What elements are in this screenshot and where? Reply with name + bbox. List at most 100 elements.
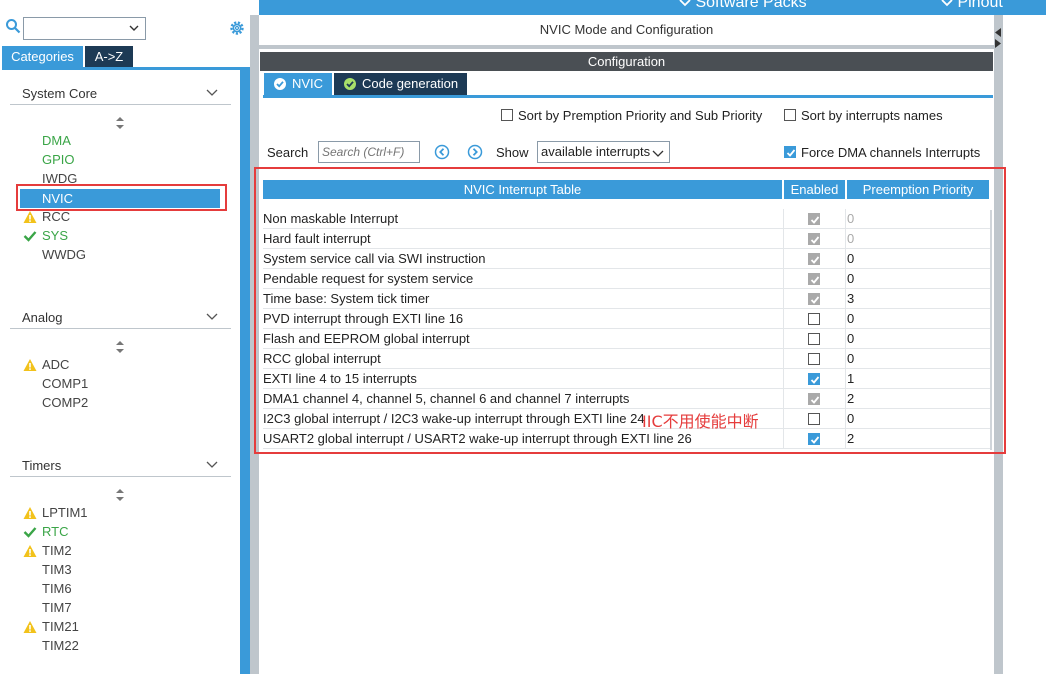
preemption-priority-value[interactable]: 2 — [847, 391, 854, 406]
sidebar-item-rcc[interactable]: RCC — [42, 207, 70, 226]
tab-underline — [2, 67, 250, 70]
enabled-checkbox[interactable] — [808, 373, 820, 385]
left-panel: Categories A->Z System Core DMA GPIO IWD… — [0, 0, 250, 674]
sidebar-item-tim21[interactable]: TIM21 — [42, 617, 79, 636]
show-filter-select[interactable]: available interrupts — [537, 141, 670, 163]
table-row[interactable]: System service call via SWI instruction 0 — [263, 249, 990, 269]
table-row[interactable]: DMA1 channel 4, channel 5, channel 6 and… — [263, 389, 990, 409]
enabled-checkbox[interactable] — [808, 433, 820, 445]
preemption-priority-value[interactable]: 0 — [847, 271, 854, 286]
column-divider — [845, 329, 846, 349]
enabled-checkbox[interactable] — [808, 413, 820, 425]
search-label: Search — [267, 145, 309, 160]
sidebar-item-rtc[interactable]: RTC — [42, 522, 68, 541]
table-row[interactable]: USART2 global interrupt / USART2 wake-up… — [263, 429, 990, 449]
preemption-priority-value[interactable]: 2 — [847, 431, 854, 446]
sidebar-item-lptim1[interactable]: LPTIM1 — [42, 503, 88, 522]
gear-icon[interactable] — [228, 19, 246, 37]
sort-icon[interactable] — [115, 340, 125, 354]
column-divider — [845, 389, 846, 409]
table-row[interactable]: EXTI line 4 to 15 interrupts 1 — [263, 369, 990, 389]
sidebar-item-adc[interactable]: ADC — [42, 355, 69, 374]
enabled-checkbox[interactable] — [808, 333, 820, 345]
preemption-priority-value[interactable]: 1 — [847, 371, 854, 386]
check-icon — [810, 436, 820, 444]
section-title-timers[interactable]: Timers — [22, 458, 61, 473]
sidebar-item-gpio[interactable]: GPIO — [42, 150, 75, 169]
column-divider — [845, 349, 846, 369]
sidebar-item-dma[interactable]: DMA — [42, 131, 71, 150]
tab-categories[interactable]: Categories — [2, 46, 83, 67]
preemption-priority-value[interactable]: 0 — [847, 311, 854, 326]
table-row[interactable]: Time base: System tick timer 3 — [263, 289, 990, 309]
warning-icon — [23, 211, 37, 223]
sort-icon[interactable] — [115, 116, 125, 130]
preemption-priority-value[interactable]: 0 — [847, 411, 854, 426]
sidebar-item-comp2[interactable]: COMP2 — [42, 393, 88, 412]
preemption-priority-value[interactable]: 0 — [847, 351, 854, 366]
chevron-down-icon[interactable] — [206, 310, 218, 322]
sort-icon[interactable] — [115, 488, 125, 502]
chevron-down-icon[interactable] — [128, 22, 140, 34]
interrupt-name: Hard fault interrupt — [263, 231, 371, 246]
section-title-system-core[interactable]: System Core — [22, 86, 97, 101]
table-row[interactable]: I2C3 global interrupt / I2C3 wake-up int… — [263, 409, 990, 429]
collapse-arrow-icon[interactable] — [994, 28, 1002, 48]
tab-code-generation-label: Code generation — [362, 76, 459, 91]
force-dma-checkbox[interactable] — [784, 146, 796, 158]
chevron-down-icon[interactable] — [206, 458, 218, 470]
section-title-analog[interactable]: Analog — [22, 310, 62, 325]
search-input[interactable] — [318, 141, 420, 163]
sidebar-item-wwdg[interactable]: WWDG — [42, 245, 86, 264]
sidebar-item-tim6[interactable]: TIM6 — [42, 579, 72, 598]
sidebar-item-tim3[interactable]: TIM3 — [42, 560, 72, 579]
sort-names-checkbox[interactable] — [784, 109, 796, 121]
table-scrollbar[interactable] — [990, 210, 992, 450]
tab-nvic[interactable]: NVIC — [264, 73, 332, 95]
check-icon — [810, 396, 820, 404]
interrupt-name: RCC global interrupt — [263, 351, 381, 366]
preemption-priority-value[interactable]: 0 — [847, 231, 854, 246]
top-tab-strip: Software Packs Pinout — [259, 0, 1046, 15]
table-row[interactable]: Hard fault interrupt 0 — [263, 229, 990, 249]
column-divider — [783, 369, 784, 389]
column-header-enabled[interactable]: Enabled — [784, 180, 845, 199]
table-row[interactable]: PVD interrupt through EXTI line 16 0 — [263, 309, 990, 329]
tab-pinout[interactable]: Pinout — [941, 0, 1003, 12]
check-icon — [810, 376, 820, 384]
table-row[interactable]: Non maskable Interrupt 0 — [263, 209, 990, 229]
tab-code-generation[interactable]: Code generation — [334, 73, 467, 95]
sidebar-item-tim2[interactable]: TIM2 — [42, 541, 72, 560]
next-icon[interactable] — [467, 144, 483, 160]
left-scrollbar[interactable] — [240, 70, 250, 674]
sidebar-item-tim22[interactable]: TIM22 — [42, 636, 79, 655]
search-icon[interactable] — [5, 18, 21, 34]
sidebar-item-comp1[interactable]: COMP1 — [42, 374, 88, 393]
table-row[interactable]: Flash and EEPROM global interrupt 0 — [263, 329, 990, 349]
enabled-checkbox[interactable] — [808, 353, 820, 365]
table-row[interactable]: RCC global interrupt 0 — [263, 349, 990, 369]
warning-icon — [23, 359, 37, 371]
tab-a-to-z[interactable]: A->Z — [85, 46, 133, 67]
table-row[interactable]: Pendable request for system service 0 — [263, 269, 990, 289]
preemption-priority-value[interactable]: 0 — [847, 251, 854, 266]
preemption-priority-value[interactable]: 0 — [847, 331, 854, 346]
column-divider — [783, 269, 784, 289]
column-header-preemption-priority[interactable]: Preemption Priority — [847, 180, 989, 199]
category-search-combo[interactable] — [23, 17, 146, 40]
sidebar-item-tim7[interactable]: TIM7 — [42, 598, 72, 617]
enabled-checkbox[interactable] — [808, 313, 820, 325]
tab-software-packs[interactable]: Software Packs — [679, 0, 807, 12]
preemption-priority-value[interactable]: 0 — [847, 211, 854, 226]
enabled-checkbox — [808, 253, 820, 265]
column-header-interrupt[interactable]: NVIC Interrupt Table — [263, 180, 782, 199]
interrupt-name: USART2 global interrupt / USART2 wake-up… — [263, 431, 692, 446]
chevron-down-icon[interactable] — [206, 86, 218, 98]
interrupt-name: Non maskable Interrupt — [263, 211, 399, 226]
preemption-priority-value[interactable]: 3 — [847, 291, 854, 306]
column-divider — [783, 309, 784, 329]
previous-icon[interactable] — [434, 144, 450, 160]
sidebar-item-sys[interactable]: SYS — [42, 226, 68, 245]
check-icon — [786, 149, 796, 157]
sort-premption-checkbox[interactable] — [501, 109, 513, 121]
